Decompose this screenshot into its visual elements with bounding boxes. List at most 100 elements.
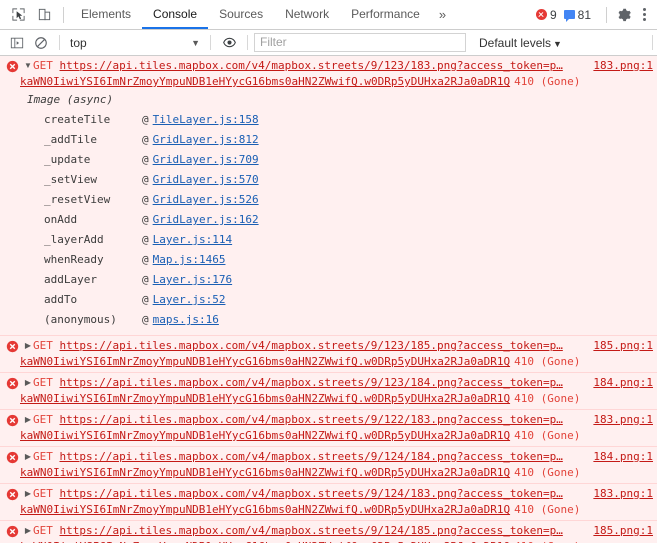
- status-text: (Gone): [533, 429, 581, 442]
- stack-frame-location-link[interactable]: GridLayer.js:162: [153, 210, 259, 230]
- stack-frame-at: @: [142, 293, 149, 306]
- status-code: 410: [514, 466, 534, 479]
- status-code: 410: [514, 355, 534, 368]
- error-message-text-continued: kaWN0IiwiYSI6ImNrZmoyYmpuNDB1eHYycG16bms…: [20, 428, 653, 443]
- disclosure-triangle-right-icon[interactable]: ▶: [23, 338, 33, 354]
- source-location-link[interactable]: 185.png:1: [593, 523, 653, 538]
- more-tabs-chevron-icon[interactable]: »: [431, 0, 454, 29]
- disclosure-triangle-right-icon[interactable]: ▶: [23, 486, 33, 502]
- http-method: GET: [33, 524, 60, 537]
- stack-frame: _update @ GridLayer.js:709: [0, 150, 657, 170]
- console-error-row[interactable]: ▶ GET https://api.tiles.mapbox.com/v4/map…: [0, 447, 657, 484]
- disclosure-triangle-right-icon[interactable]: ▶: [23, 375, 33, 391]
- gear-icon[interactable]: [613, 4, 635, 26]
- stack-frame-location-link[interactable]: TileLayer.js:158: [153, 110, 259, 130]
- error-message-text: GET https://api.tiles.mapbox.com/v4/mapb…: [33, 375, 585, 390]
- source-location-link[interactable]: 184.png:1: [593, 375, 653, 390]
- request-url[interactable]: https://api.tiles.mapbox.com/v4/mapbox.s…: [60, 450, 563, 463]
- stack-frame-at: @: [142, 233, 149, 246]
- error-message-text: GET https://api.tiles.mapbox.com/v4/mapb…: [33, 412, 585, 427]
- disclosure-triangle-right-icon[interactable]: ▶: [23, 449, 33, 465]
- stack-frame: _setView @ GridLayer.js:570: [0, 170, 657, 190]
- error-message-text: GET https://api.tiles.mapbox.com/v4/mapb…: [33, 449, 585, 464]
- stack-frame-location-link[interactable]: GridLayer.js:526: [153, 190, 259, 210]
- stack-frame-location-link[interactable]: GridLayer.js:570: [153, 170, 259, 190]
- console-message-line: ▶ GET https://api.tiles.mapbox.com/v4/map…: [0, 523, 657, 539]
- stack-frame-location-link[interactable]: Map.js:1465: [153, 250, 226, 270]
- stack-frame-location-link[interactable]: Layer.js:52: [153, 290, 226, 310]
- inspect-cursor-icon[interactable]: [5, 2, 31, 28]
- device-toolbar-icon[interactable]: [31, 2, 57, 28]
- console-error-row[interactable]: ▶ GET https://api.tiles.mapbox.com/v4/map…: [0, 521, 657, 543]
- console-error-row[interactable]: ▶ GET https://api.tiles.mapbox.com/v4/map…: [0, 410, 657, 447]
- stack-frame-location-link[interactable]: maps.js:16: [153, 310, 219, 330]
- stack-frame-function: addTo: [44, 293, 78, 306]
- http-method: GET: [33, 376, 60, 389]
- tab-console[interactable]: Console: [142, 0, 209, 29]
- status-code: 410: [514, 392, 534, 405]
- stack-frame-at: @: [142, 273, 149, 286]
- request-url-token[interactable]: kaWN0IiwiYSI6ImNrZmoyYmpuNDB1eHYycG16bms…: [20, 503, 510, 516]
- kebab-menu-icon[interactable]: [635, 4, 653, 26]
- tab-sources[interactable]: Sources: [208, 0, 274, 29]
- log-levels-value: Default levels: [479, 35, 552, 50]
- request-url[interactable]: https://api.tiles.mapbox.com/v4/mapbox.s…: [60, 59, 563, 72]
- disclosure-triangle-down-icon[interactable]: ▼: [23, 58, 33, 74]
- request-url[interactable]: https://api.tiles.mapbox.com/v4/mapbox.s…: [60, 524, 563, 537]
- stack-frame-function: _resetView: [44, 193, 111, 206]
- live-expression-eye-icon[interactable]: [217, 32, 241, 54]
- source-location-link[interactable]: 185.png:1: [593, 338, 653, 353]
- console-sidebar-icon[interactable]: [5, 32, 29, 54]
- execution-context-dropdown[interactable]: top ▼: [66, 33, 204, 53]
- console-message-line: ▼ GET https://api.tiles.mapbox.com/v4/map…: [0, 58, 657, 74]
- console-error-row[interactable]: ▼ GET https://api.tiles.mapbox.com/v4/map…: [0, 56, 657, 336]
- request-url-token[interactable]: kaWN0IiwiYSI6ImNrZmoyYmpuNDB1eHYycG16bms…: [20, 392, 510, 405]
- request-url-token[interactable]: kaWN0IiwiYSI6ImNrZmoyYmpuNDB1eHYycG16bms…: [20, 429, 510, 442]
- stack-frame-function: _addTile: [44, 133, 97, 146]
- console-error-row[interactable]: ▶ GET https://api.tiles.mapbox.com/v4/map…: [0, 336, 657, 373]
- message-counter[interactable]: 81: [563, 8, 591, 22]
- disclosure-triangle-right-icon[interactable]: ▶: [23, 412, 33, 428]
- tab-network[interactable]: Network: [274, 0, 340, 29]
- devtools-tab-bar: Elements Console Sources Network Perform…: [0, 0, 657, 30]
- tab-performance[interactable]: Performance: [340, 0, 431, 29]
- request-url-token[interactable]: kaWN0IiwiYSI6ImNrZmoyYmpuNDB1eHYycG16bms…: [20, 355, 510, 368]
- stack-frame: (anonymous) @ maps.js:16: [0, 310, 657, 330]
- stack-frame-at: @: [142, 113, 149, 126]
- async-stack-label: Image (async): [27, 93, 114, 106]
- console-message-list[interactable]: ▼ GET https://api.tiles.mapbox.com/v4/map…: [0, 56, 657, 543]
- issue-counters[interactable]: 9 81: [535, 8, 598, 22]
- stack-frame-location-link[interactable]: GridLayer.js:709: [153, 150, 259, 170]
- request-url[interactable]: https://api.tiles.mapbox.com/v4/mapbox.s…: [60, 339, 563, 352]
- console-message-line: ▶ GET https://api.tiles.mapbox.com/v4/map…: [0, 449, 657, 465]
- filter-input[interactable]: [254, 33, 466, 52]
- stack-frame-location-link[interactable]: GridLayer.js:812: [153, 130, 259, 150]
- message-bubble-icon: [563, 10, 575, 22]
- source-location-link[interactable]: 184.png:1: [593, 449, 653, 464]
- request-url[interactable]: https://api.tiles.mapbox.com/v4/mapbox.s…: [60, 487, 563, 500]
- console-error-row[interactable]: ▶ GET https://api.tiles.mapbox.com/v4/map…: [0, 484, 657, 521]
- tab-elements[interactable]: Elements: [70, 0, 142, 29]
- stack-frame-function: _setView: [44, 173, 97, 186]
- request-url[interactable]: https://api.tiles.mapbox.com/v4/mapbox.s…: [60, 413, 563, 426]
- error-message-text: GET https://api.tiles.mapbox.com/v4/mapb…: [33, 523, 585, 538]
- source-location-link[interactable]: 183.png:1: [593, 58, 653, 73]
- source-location-link[interactable]: 183.png:1: [593, 486, 653, 501]
- log-levels-dropdown[interactable]: Default levels ▼: [479, 36, 562, 50]
- request-url[interactable]: https://api.tiles.mapbox.com/v4/mapbox.s…: [60, 376, 563, 389]
- stack-frame: addLayer @ Layer.js:176: [0, 270, 657, 290]
- request-url-token[interactable]: kaWN0IiwiYSI6ImNrZmoyYmpuNDB1eHYycG16bms…: [20, 75, 510, 88]
- console-message-line: ▶ GET https://api.tiles.mapbox.com/v4/map…: [0, 375, 657, 391]
- stack-frame-location-link[interactable]: Layer.js:114: [153, 230, 232, 250]
- disclosure-triangle-right-icon[interactable]: ▶: [23, 523, 33, 539]
- stack-frame-function: whenReady: [44, 253, 104, 266]
- error-counter[interactable]: 9: [535, 8, 557, 22]
- error-circle-icon: [6, 377, 19, 390]
- stack-frame-location-link[interactable]: Layer.js:176: [153, 270, 232, 290]
- clear-console-icon[interactable]: [29, 32, 53, 54]
- error-message-text-continued: kaWN0IiwiYSI6ImNrZmoyYmpuNDB1eHYycG16bms…: [20, 502, 653, 517]
- console-error-row[interactable]: ▶ GET https://api.tiles.mapbox.com/v4/map…: [0, 373, 657, 410]
- request-url-token[interactable]: kaWN0IiwiYSI6ImNrZmoyYmpuNDB1eHYycG16bms…: [20, 466, 510, 479]
- status-code: 410: [514, 503, 534, 516]
- source-location-link[interactable]: 183.png:1: [593, 412, 653, 427]
